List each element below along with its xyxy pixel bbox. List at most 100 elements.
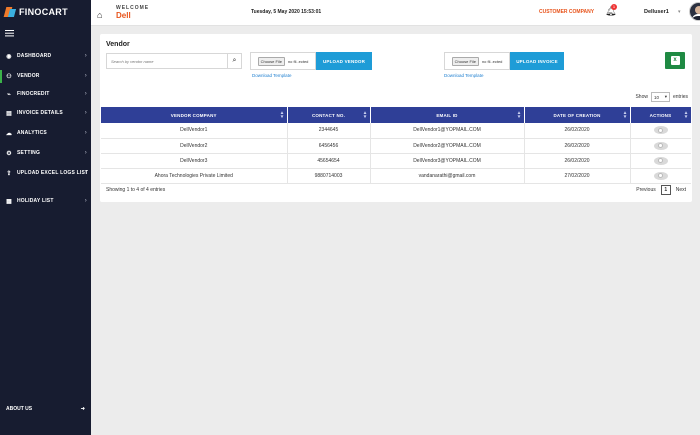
choose-file-button[interactable]: Choose File bbox=[451, 56, 479, 66]
home-icon[interactable]: ⌂ bbox=[97, 10, 102, 20]
column-header-label: CONTACT NO. bbox=[311, 112, 346, 118]
column-header-actions[interactable]: ACTIONS ▴ ▾ bbox=[630, 107, 692, 123]
cell-date: 26/02/2020 bbox=[524, 153, 631, 169]
cell-date: 27/02/2020 bbox=[524, 168, 631, 184]
cell-email: DellVendor1@YOPMAIL.COM bbox=[370, 123, 525, 139]
column-header-label: VENDOR COMPANY bbox=[170, 112, 217, 118]
avatar[interactable] bbox=[689, 2, 700, 21]
table-row: DellVendor1 2344645 DellVendor1@YOPMAIL.CO… bbox=[101, 123, 691, 139]
sidebar-item-vendor[interactable]: ⚇ VENDOR › bbox=[0, 70, 91, 83]
sidebar: FINOCART ◉ DASHBOARD › ⚇ VENDOR › ⌁ FINOCREDIT ›… bbox=[0, 0, 91, 435]
cell-actions bbox=[630, 168, 691, 184]
sidebar-item-label: SETTING bbox=[17, 150, 41, 156]
vendor-icon: ⚇ bbox=[6, 73, 12, 80]
company-selector[interactable]: CUSTOMER COMPANY bbox=[539, 9, 594, 15]
show-label: Show bbox=[635, 94, 648, 100]
search-icon[interactable]: ⌕ bbox=[227, 54, 241, 68]
cell-actions bbox=[630, 153, 691, 169]
finocredit-icon: ⌁ bbox=[7, 91, 11, 98]
sidebar-item-upload-excel-logs-list[interactable]: ⇪ UPLOAD EXCEL LOGS LIST › bbox=[0, 170, 91, 177]
page-title: Vendor bbox=[106, 41, 130, 48]
sidebar-item-setting[interactable]: ⚙ SETTING › bbox=[0, 150, 91, 157]
vendor-upload-group: Choose File no fil..ected UPLOAD VENDOR bbox=[250, 52, 372, 70]
entries-label: entries bbox=[672, 94, 688, 100]
cell-email: DellVendor3@YOPMAIL.COM bbox=[370, 153, 525, 169]
about-us-link[interactable]: ABOUT US ➜ bbox=[0, 403, 91, 415]
menu-toggle-button[interactable] bbox=[0, 23, 91, 43]
sidebar-item-label: VENDOR bbox=[17, 73, 40, 79]
sort-icon: ▴ ▾ bbox=[280, 110, 284, 120]
entries-select[interactable]: 10 ▾ bbox=[650, 92, 670, 102]
sidebar-item-label: FINOCREDIT bbox=[17, 91, 50, 97]
view-eye-icon[interactable] bbox=[653, 126, 668, 135]
sidebar-item-label: HOLIDAY LIST bbox=[17, 198, 54, 204]
chevron-right-icon: › bbox=[84, 91, 87, 97]
upload-vendor-button[interactable]: UPLOAD VENDOR bbox=[316, 52, 372, 70]
download-template-link-vendor[interactable]: Download Template bbox=[252, 73, 291, 78]
column-header-contact-no[interactable]: CONTACT NO. ▴ ▾ bbox=[287, 107, 371, 123]
cell-contact: 45654654 bbox=[287, 153, 371, 169]
upload-invoice-button[interactable]: UPLOAD INVOICE bbox=[510, 52, 564, 70]
vendor-table: VENDOR COMPANY ▴ ▾ CONTACT NO. ▴ ▾ EMAIL ID ▴ ▾ D… bbox=[101, 107, 692, 184]
previous-button[interactable]: Previous bbox=[636, 187, 655, 193]
cell-email: vandanarathi@gmail.com bbox=[370, 168, 525, 184]
search-input[interactable] bbox=[107, 54, 227, 68]
datetime: Tuesday, 5 May 2020 15:53:01 bbox=[251, 9, 322, 15]
sidebar-item-holiday-list[interactable]: ▦ HOLIDAY LIST › bbox=[0, 198, 91, 205]
sidebar-item-invoice-details[interactable]: ▤ INVOICE DETAILS › bbox=[0, 110, 91, 117]
notification-badge: 1 bbox=[611, 4, 617, 10]
view-eye-icon[interactable] bbox=[653, 171, 668, 180]
sidebar-item-dashboard[interactable]: ◉ DASHBOARD › bbox=[0, 53, 91, 60]
cell-contact: 6456456 bbox=[287, 138, 371, 154]
table-info: Showing 1 to 4 of 4 entries bbox=[106, 187, 166, 193]
vendor-file-input[interactable]: Choose File no fil..ected bbox=[250, 52, 316, 70]
invoice-icon: ▤ bbox=[6, 110, 12, 117]
user-menu[interactable]: Delluser1 bbox=[644, 9, 669, 15]
column-header-date-of-creation[interactable]: DATE OF CREATION ▴ ▾ bbox=[524, 107, 631, 123]
column-header-email-id[interactable]: EMAIL ID ▴ ▾ bbox=[370, 107, 525, 123]
sidebar-item-label: INVOICE DETAILS bbox=[17, 110, 63, 116]
logo[interactable]: FINOCART bbox=[0, 0, 91, 23]
table-body: DellVendor1 2344645 DellVendor1@YOPMAIL.CO… bbox=[101, 123, 691, 184]
chevron-down-icon[interactable]: ▾ bbox=[678, 9, 681, 15]
welcome-name: Dell bbox=[116, 11, 131, 20]
invoice-upload-group: Choose File no fil..ected UPLOAD INVOICE bbox=[444, 52, 564, 70]
sidebar-item-finocredit[interactable]: ⌁ FINOCREDIT › bbox=[0, 91, 91, 98]
hamburger-icon bbox=[5, 29, 14, 32]
column-header-vendor-company[interactable]: VENDOR COMPANY ▴ ▾ bbox=[101, 107, 288, 123]
sidebar-item-analytics[interactable]: ☁ ANALYTICS › bbox=[0, 130, 91, 137]
column-header-label: DATE OF CREATION bbox=[553, 112, 601, 118]
page-button-1[interactable]: 1 bbox=[660, 185, 671, 195]
holiday-icon: ▦ bbox=[6, 198, 12, 205]
chevron-right-icon: › bbox=[84, 198, 87, 204]
invoice-file-input[interactable]: Choose File no fil..ected bbox=[444, 52, 510, 70]
view-eye-icon[interactable] bbox=[653, 141, 668, 150]
download-template-link-invoice[interactable]: Download Template bbox=[444, 73, 483, 78]
sort-icon: ▴ ▾ bbox=[623, 110, 627, 120]
search-box: ⌕ bbox=[106, 53, 242, 69]
top-header: ⌂ WELCOME Dell Tuesday, 5 May 2020 15:53… bbox=[91, 0, 700, 26]
column-header-label: EMAIL ID bbox=[436, 112, 458, 118]
next-button[interactable]: Next bbox=[676, 187, 686, 193]
sort-icon: ▴ ▾ bbox=[684, 110, 688, 120]
cell-company: Ahora Technologies Private Limited bbox=[101, 168, 288, 184]
cell-company: DellVendor1 bbox=[101, 123, 288, 139]
vendor-card: Vendor ⌕ Choose File no fil..ected UPLOA… bbox=[100, 34, 692, 202]
table-header-row: VENDOR COMPANY ▴ ▾ CONTACT NO. ▴ ▾ EMAIL ID ▴ ▾ D… bbox=[101, 107, 692, 123]
cell-contact: 9880714003 bbox=[287, 168, 371, 184]
chevron-right-icon: › bbox=[84, 110, 87, 116]
gear-icon: ⚙ bbox=[6, 150, 12, 157]
export-excel-button[interactable]: x bbox=[665, 52, 685, 69]
sidebar-item-label: ANALYTICS bbox=[17, 130, 47, 136]
about-us-label: ABOUT US bbox=[6, 406, 33, 412]
view-eye-icon[interactable] bbox=[653, 156, 668, 165]
choose-file-button[interactable]: Choose File bbox=[257, 56, 285, 66]
upload-logs-icon: ⇪ bbox=[6, 170, 12, 177]
analytics-icon: ☁ bbox=[5, 130, 13, 137]
finocart-logo-icon bbox=[5, 7, 15, 17]
cell-date: 26/02/2020 bbox=[524, 138, 631, 154]
cell-actions bbox=[630, 138, 691, 154]
sort-icon: ▴ ▾ bbox=[363, 110, 367, 120]
dashboard-icon: ◉ bbox=[6, 53, 12, 60]
sort-icon: ▴ ▾ bbox=[517, 110, 521, 120]
